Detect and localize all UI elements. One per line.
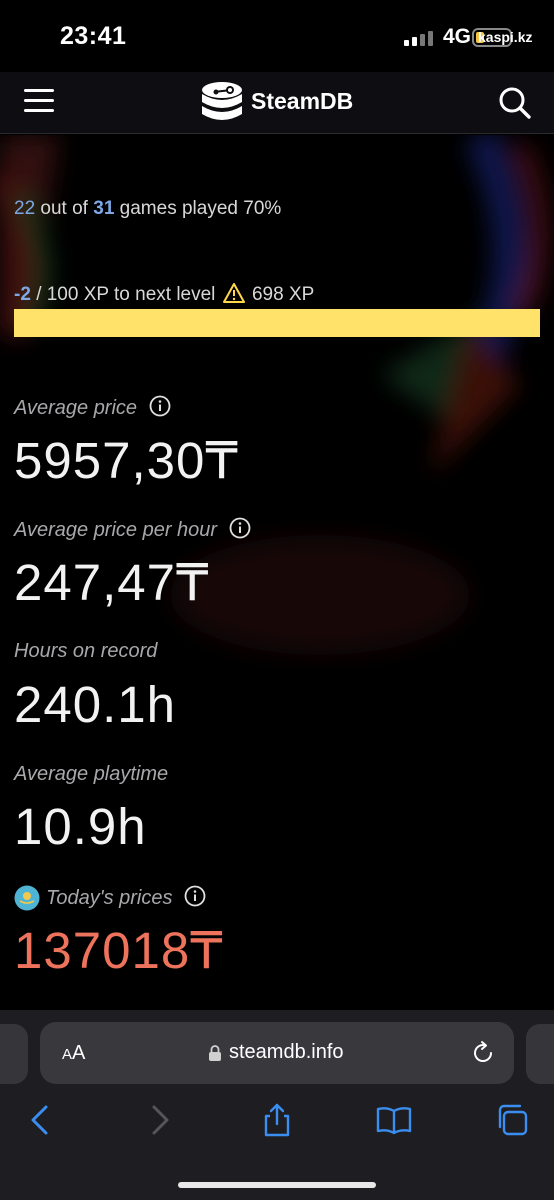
hours-on-record-value: 240.1h (14, 676, 176, 733)
forward-icon[interactable] (142, 1102, 178, 1138)
xp-progress-bar (14, 309, 540, 337)
games-out-of-text: out of (40, 198, 88, 219)
xp-current: -2 (14, 284, 31, 305)
info-icon[interactable] (184, 885, 206, 907)
cellular-signal-icon (404, 30, 436, 46)
brand-name[interactable]: SteamDB (251, 88, 353, 115)
status-bar: 23:41 4G kaspi.kz (0, 0, 554, 72)
average-price-label: Average price (14, 395, 171, 420)
average-playtime-label: Average playtime (14, 763, 169, 785)
games-total-count: 31 (93, 198, 115, 219)
average-price-label-text: Average price (14, 397, 138, 419)
text-size-button[interactable]: AA (62, 1042, 85, 1065)
browser-toolbar: AA steamdb.info (0, 1010, 554, 1200)
games-played-suffix: games played 70% (119, 198, 282, 219)
steamdb-logo-icon[interactable] (199, 80, 245, 126)
bookmarks-icon[interactable] (376, 1102, 412, 1138)
next-tab-preview[interactable] (526, 1024, 554, 1084)
reload-icon[interactable] (470, 1040, 496, 1066)
site-header: SteamDB (0, 72, 554, 134)
warning-icon (222, 283, 245, 303)
hamburger-menu-icon[interactable] (22, 86, 56, 116)
average-playtime-value: 10.9h (14, 798, 147, 855)
share-icon[interactable] (259, 1102, 295, 1138)
info-icon[interactable] (229, 517, 251, 539)
xp-to-next-level: / 100 XP to next level (36, 284, 216, 305)
average-price-per-hour-label-text: Average price per hour (14, 519, 218, 541)
hours-on-record-label: Hours on record (14, 640, 158, 662)
status-time: 23:41 (60, 22, 127, 50)
address-bar[interactable]: AA steamdb.info (40, 1022, 514, 1084)
search-icon[interactable] (498, 86, 532, 120)
profile-stats: 22 out of 31 games played 70% -2 / 100 X… (0, 135, 554, 1010)
previous-tab-preview[interactable] (0, 1024, 28, 1084)
average-price-per-hour-value: 247,47₸ (14, 554, 210, 611)
home-indicator[interactable] (178, 1182, 376, 1188)
average-price-per-hour-label: Average price per hour (14, 517, 251, 542)
lock-icon (209, 1045, 221, 1061)
average-price-value: 5957,30₸ (14, 432, 239, 489)
back-icon[interactable] (22, 1102, 58, 1138)
todays-prices-label-text: Today's prices (46, 887, 173, 909)
tabs-icon[interactable] (494, 1102, 530, 1138)
kazakhstan-flag-icon (14, 885, 40, 911)
todays-prices-label: Today's prices (46, 885, 206, 910)
url-text[interactable]: steamdb.info (229, 1041, 344, 1064)
games-played-count: 22 (14, 198, 36, 219)
xp-summary: -2 / 100 XP to next level 698 XP (14, 283, 314, 306)
todays-prices-value: 137018₸ (14, 922, 224, 979)
info-icon[interactable] (149, 395, 171, 417)
network-type: 4G (443, 25, 472, 48)
xp-total: 698 XP (251, 284, 315, 305)
games-played-summary: 22 out of 31 games played 70% (14, 198, 281, 220)
carrier-label: kaspi.kz (478, 29, 533, 45)
